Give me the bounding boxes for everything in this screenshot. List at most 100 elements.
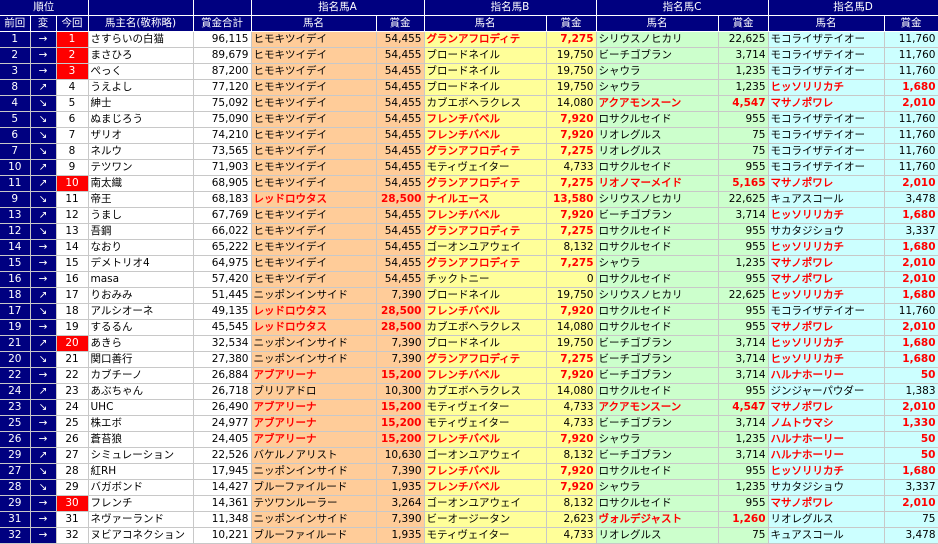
horse-b-name-cell: ゴーオンユアウェイ bbox=[424, 495, 547, 512]
table-row: 8 ↗ 4 うえよし 77,120 ヒモキツイデイ 54,455 ブロードネイル 19,750 シ… bbox=[0, 79, 938, 96]
horse-a-name-cell: レッドロウタス bbox=[251, 319, 377, 336]
horse-c-name-cell: ロサクルセイド bbox=[596, 383, 719, 400]
horse-d-name-cell: マサノポワレ bbox=[768, 175, 885, 192]
horse-b-prize-cell: 8,132 bbox=[546, 447, 597, 464]
horse-a-name-cell: ヒモキツイデイ bbox=[251, 63, 377, 80]
horse-b-name-cell: フレンチバベル bbox=[424, 431, 547, 448]
horse-c-prize-cell: 955 bbox=[718, 383, 769, 400]
horse-c-name-cell: ビーチゴブラン bbox=[596, 447, 719, 464]
horse-a-prize-cell: 1,935 bbox=[376, 527, 425, 544]
horse-a-prize-cell: 1,935 bbox=[376, 479, 425, 496]
owner-name-cell: 帝王 bbox=[88, 191, 194, 208]
prev-rank-cell: 1 bbox=[0, 31, 31, 48]
horse-c-name-cell: ビーチゴブラン bbox=[596, 367, 719, 384]
horse-a-name-header: 馬名 bbox=[251, 15, 377, 32]
horse-b-name-cell: ビーオージータン bbox=[424, 511, 547, 528]
horse-c-name-cell: ロサクルセイド bbox=[596, 239, 719, 256]
prev-rank-cell: 5 bbox=[0, 111, 31, 128]
horse-a-name-cell: ニッポンインサイド bbox=[251, 463, 377, 480]
horse-d-prize-cell: 1,680 bbox=[884, 207, 938, 224]
prize-total-cell: 49,135 bbox=[193, 303, 252, 320]
current-rank-cell: 29 bbox=[56, 479, 89, 496]
owner-name-cell: 吾鋼 bbox=[88, 223, 194, 240]
horse-a-name-cell: レッドロウタス bbox=[251, 191, 377, 208]
horse-d-prize-cell: 11,760 bbox=[884, 159, 938, 176]
current-rank-cell: 2 bbox=[56, 47, 89, 64]
horse-b-name-cell: モティヴェイター bbox=[424, 527, 547, 544]
horse-b-prize-cell: 19,750 bbox=[546, 335, 597, 352]
horse-c-name-cell: シャウラ bbox=[596, 431, 719, 448]
prize-total-cell: 67,769 bbox=[193, 207, 252, 224]
horse-d-name-cell: ノムトウマシ bbox=[768, 415, 885, 432]
current-rank-cell: 19 bbox=[56, 319, 89, 336]
horse-c-prize-cell: 1,235 bbox=[718, 255, 769, 272]
change-arrow-cell: → bbox=[30, 415, 57, 432]
owner-name-cell: あぶちゃん bbox=[88, 383, 194, 400]
horse-c-prize-cell: 3,714 bbox=[718, 335, 769, 352]
horse-d-prize-cell: 50 bbox=[884, 431, 938, 448]
prev-rank-cell: 15 bbox=[0, 255, 31, 272]
horse-d-name-header: 馬名 bbox=[768, 15, 885, 32]
table-row: 32 → 32 ヌビアコネクション 10,221 ブルーファイルード 1,935 モティヴェイ… bbox=[0, 527, 938, 544]
horse-a-prize-cell: 7,390 bbox=[376, 351, 425, 368]
table-row: 11 ↗ 10 南太織 68,905 ヒモキツイデイ 54,455 グランアフロディテ 7,27… bbox=[0, 175, 938, 192]
owner-name-cell: さすらいの白猫 bbox=[88, 31, 194, 48]
horse-b-header: 指名馬B bbox=[424, 0, 597, 16]
horse-b-prize-cell: 8,132 bbox=[546, 239, 597, 256]
current-rank-cell: 13 bbox=[56, 223, 89, 240]
owner-name-cell: テツワン bbox=[88, 159, 194, 176]
horse-c-prize-cell: 1,235 bbox=[718, 79, 769, 96]
owner-name-cell: うまし bbox=[88, 207, 194, 224]
horse-b-prize-cell: 14,080 bbox=[546, 383, 597, 400]
prize-total-cell: 32,534 bbox=[193, 335, 252, 352]
change-arrow-cell: ↘ bbox=[30, 191, 57, 208]
table-row: 24 ↗ 23 あぶちゃん 26,718 ブリリアドロ 10,300 カブエボヘラクレス 14,… bbox=[0, 383, 938, 400]
owner-header-blank bbox=[88, 0, 194, 16]
prize-total-cell: 14,361 bbox=[193, 495, 252, 512]
prize-total-cell: 24,405 bbox=[193, 431, 252, 448]
horse-a-prize-cell: 54,455 bbox=[376, 143, 425, 160]
horse-b-prize-cell: 19,750 bbox=[546, 47, 597, 64]
horse-c-prize-cell: 955 bbox=[718, 271, 769, 288]
table-row: 22 → 22 カブチーノ 26,884 アブアリーナ 15,200 フレンチバベル 7,920… bbox=[0, 367, 938, 384]
horse-c-name-cell: シリウスノヒカリ bbox=[596, 287, 719, 304]
current-rank-cell: 31 bbox=[56, 511, 89, 528]
table-row: 29 ↗ 27 シミュレーション 22,526 バケルノアリスト 10,630 ゴーオンユアウ… bbox=[0, 447, 938, 464]
horse-b-prize-cell: 7,920 bbox=[546, 111, 597, 128]
horse-b-prize-header: 賞金 bbox=[546, 15, 597, 32]
change-arrow-cell: → bbox=[30, 239, 57, 256]
prize-total-cell: 96,115 bbox=[193, 31, 252, 48]
horse-b-name-cell: ブロードネイル bbox=[424, 47, 547, 64]
horse-c-prize-cell: 955 bbox=[718, 223, 769, 240]
horse-d-prize-cell: 2,010 bbox=[884, 271, 938, 288]
horse-c-name-cell: ビーチゴブラン bbox=[596, 207, 719, 224]
change-arrow-cell: ↘ bbox=[30, 143, 57, 160]
horse-a-name-cell: ヒモキツイデイ bbox=[251, 143, 377, 160]
horse-b-prize-cell: 7,275 bbox=[546, 175, 597, 192]
change-arrow-cell: ↗ bbox=[30, 447, 57, 464]
horse-d-name-cell: マサノポワレ bbox=[768, 319, 885, 336]
horse-c-name-cell: シリウスノヒカリ bbox=[596, 191, 719, 208]
owner-name-cell: バガボンド bbox=[88, 479, 194, 496]
change-arrow-cell: ↘ bbox=[30, 95, 57, 112]
horse-b-prize-cell: 7,275 bbox=[546, 223, 597, 240]
horse-b-prize-cell: 4,733 bbox=[546, 415, 597, 432]
horse-a-prize-cell: 54,455 bbox=[376, 47, 425, 64]
horse-d-name-cell: ジンジャーパウダー bbox=[768, 383, 885, 400]
prize-total-cell: 26,490 bbox=[193, 399, 252, 416]
change-arrow-cell: ↘ bbox=[30, 351, 57, 368]
change-arrow-cell: → bbox=[30, 63, 57, 80]
horse-a-name-cell: ヒモキツイデイ bbox=[251, 223, 377, 240]
prev-rank-cell: 25 bbox=[0, 415, 31, 432]
prize-total-cell: 75,092 bbox=[193, 95, 252, 112]
table-row: 1 → 1 さすらいの白猫 96,115 ヒモキツイデイ 54,455 グランアフロディテ 7,… bbox=[0, 31, 938, 48]
horse-b-name-cell: グランアフロディテ bbox=[424, 175, 547, 192]
owner-name-cell: りおみみ bbox=[88, 287, 194, 304]
current-rank-cell: 1 bbox=[56, 31, 89, 48]
prize-total-cell: 11,348 bbox=[193, 511, 252, 528]
prize-total-cell: 77,120 bbox=[193, 79, 252, 96]
owner-name-cell: 関口善行 bbox=[88, 351, 194, 368]
prize-total-cell: 89,679 bbox=[193, 47, 252, 64]
horse-c-name-cell: ヴォルデジャスト bbox=[596, 511, 719, 528]
horse-c-name-cell: ロサクルセイド bbox=[596, 303, 719, 320]
